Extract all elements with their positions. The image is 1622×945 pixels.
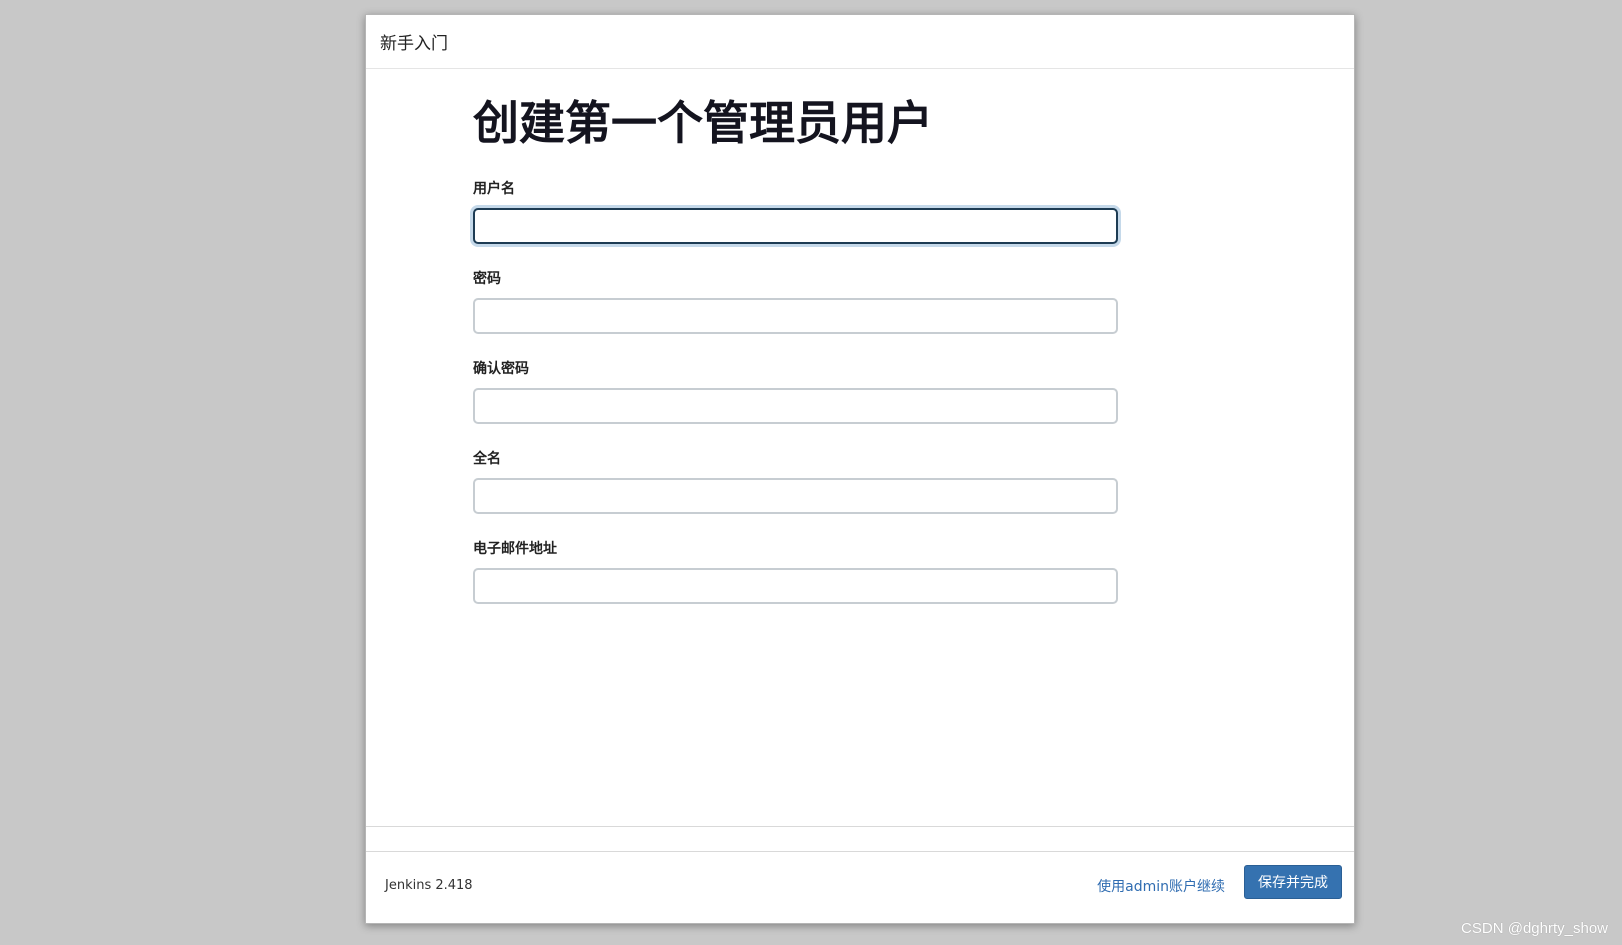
watermark: CSDN @dghrty_show <box>1461 920 1608 937</box>
fullname-field-group: 全名 <box>473 448 1118 514</box>
continue-as-admin-link[interactable]: 使用admin账户继续 <box>1097 876 1225 896</box>
username-field-group: 用户名 <box>473 178 1118 244</box>
admin-user-form: 创建第一个管理员用户 用户名 密码 确认密码 全名 电子邮件地址 <box>473 97 1118 628</box>
password-input[interactable] <box>473 297 1118 334</box>
email-field-group: 电子邮件地址 <box>473 538 1118 604</box>
username-input[interactable] <box>473 207 1118 244</box>
page-title: 创建第一个管理员用户 <box>473 96 933 150</box>
email-label: 电子邮件地址 <box>473 540 557 557</box>
confirm-password-label: 确认密码 <box>473 360 529 377</box>
fullname-input[interactable] <box>473 477 1118 514</box>
dialog-title: 新手入门 <box>380 34 448 54</box>
password-field-group: 密码 <box>473 268 1118 334</box>
confirm-password-input[interactable] <box>473 387 1118 424</box>
setup-wizard-dialog: 新手入门 创建第一个管理员用户 用户名 密码 确认密码 全名 电子邮件地址 Je… <box>365 14 1355 924</box>
email-input[interactable] <box>473 567 1118 604</box>
dialog-body: 创建第一个管理员用户 用户名 密码 确认密码 全名 电子邮件地址 <box>366 69 1354 852</box>
fullname-label: 全名 <box>473 450 501 467</box>
confirm-password-field-group: 确认密码 <box>473 358 1118 424</box>
save-and-finish-button[interactable]: 保存并完成 <box>1244 865 1342 899</box>
jenkins-version: Jenkins 2.418 <box>385 878 473 893</box>
password-label: 密码 <box>473 270 501 287</box>
footer-divider <box>366 826 1354 827</box>
username-label: 用户名 <box>473 180 515 197</box>
dialog-footer: Jenkins 2.418 使用admin账户继续 保存并完成 <box>366 826 1354 923</box>
dialog-header: 新手入门 <box>366 15 1354 69</box>
